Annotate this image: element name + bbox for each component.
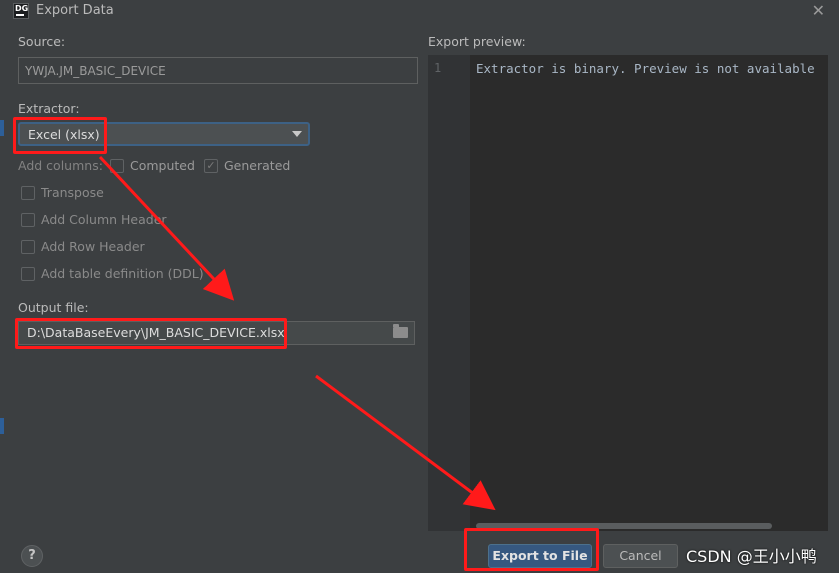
annotation-arrow-1 <box>98 155 235 301</box>
annotation-arrow-2 <box>315 374 496 511</box>
csdn-watermark: CSDN @王小小鸭 <box>686 547 817 566</box>
annotation-arrows <box>98 155 496 511</box>
